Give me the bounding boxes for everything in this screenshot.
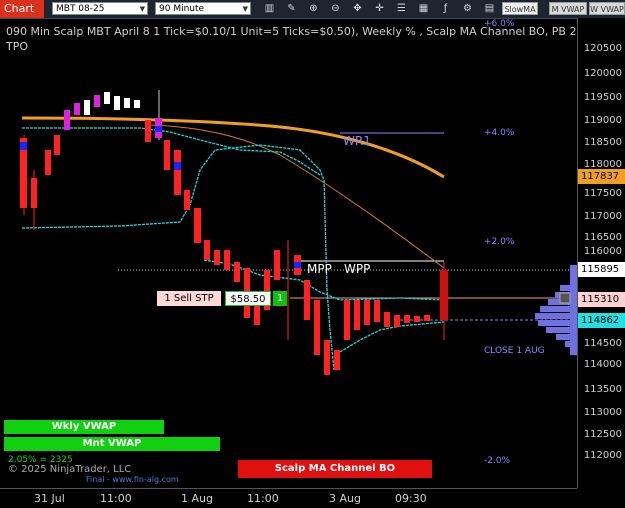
wkly-vwap-button[interactable]: Wkly VWAP [4,420,164,434]
x-tick: 11:00 [247,492,279,505]
y-tick: 112500 [583,429,622,440]
zoom-in-icon[interactable]: ⊕ [307,2,320,15]
channel-upper-line [22,127,321,176]
mnt-vwap-button[interactable]: Mnt VWAP [4,437,220,451]
interval-selector[interactable]: 90 Minute ▼ [155,2,251,15]
zoom-out-icon[interactable]: ⊖ [329,2,342,15]
y-tick: 116000 [583,246,622,257]
x-tick: 1 Aug [181,492,213,505]
m-vwap-button[interactable]: M VWAP [549,2,587,15]
price-axis[interactable]: 120500 120000 119500 119000 118500 11800… [577,18,625,488]
w-vwap-button[interactable]: W VWAP [589,2,625,15]
y-tick: 118500 [583,137,622,148]
interval-value: 90 Minute [159,4,205,14]
price-pill-last: 115895 [578,262,625,277]
slowma-button[interactable]: SlowMA [502,2,538,15]
wpp-label: WPP [344,262,371,276]
x-tick: 31 Jul [34,492,65,505]
price-pill-vwap: 114862 [578,313,625,328]
footer-text: Final - www.fin-alg.com [86,475,179,484]
x-tick: 09:30 [395,492,427,505]
x-tick: 3 Aug [329,492,361,505]
price-pill-order: 115310 [578,292,625,307]
pct-label-6: +6.0% [484,19,515,29]
chart-toolbar: Chart MBT 08-25 ▼ 90 Minute ▼ ▥ ✎ ⊕ ⊖ ✥ ✛ … [0,0,625,19]
pct-label-minus-2: -2.0% [484,456,511,466]
pct-label-2: +2.0% [484,237,515,247]
tile-icon[interactable]: ▤ [483,2,496,15]
strategies-icon[interactable]: ⚙ [461,2,474,15]
price-pill-slowma: 117837 [578,169,625,184]
bar-chart-icon[interactable]: ▥ [263,2,276,15]
y-tick: 113000 [583,407,622,418]
x-tick: 11:00 [100,492,132,505]
y-tick: 119000 [583,115,622,126]
thin-ma-line [149,124,445,269]
y-tick: 120000 [583,68,622,79]
y-tick: 116500 [583,232,622,243]
cursor-icon[interactable]: ✥ [351,2,364,15]
y-tick: 117000 [583,211,622,222]
instrument-selector[interactable]: MBT 08-25 ▼ [52,2,148,15]
indicators-icon[interactable]: ƒ [439,2,452,15]
crosshair-icon[interactable]: ✛ [373,2,386,15]
pencil-icon[interactable]: ✎ [285,2,298,15]
instrument-value: MBT 08-25 [56,4,105,14]
mpp-label: MPP [307,262,332,276]
pct-label-4: +4.0% [484,128,515,138]
y-tick: 114500 [583,338,622,349]
volume-profile [535,265,577,355]
y-tick: 119500 [583,92,622,103]
chevron-down-icon: ▼ [242,5,248,13]
chart-tab[interactable]: Chart [0,0,44,18]
channel-bo-button[interactable]: Scalp MA Channel BO [238,460,432,478]
hand-icon[interactable]: ☰ [395,2,408,15]
y-tick: 120500 [583,43,622,54]
chevron-down-icon: ▼ [139,5,145,13]
chart-subtitle: TPO [6,40,29,53]
copyright: © 2025 NinjaTrader, LLC [8,464,132,475]
order-qty[interactable]: 1 [273,291,287,306]
wr1-label: WR1 [343,134,371,148]
y-tick: 112000 [583,450,622,461]
close-order-box[interactable] [559,292,571,304]
y-tick: 114000 [583,359,622,370]
sell-stop-order[interactable]: 1 Sell STP [157,291,221,306]
time-axis[interactable]: 31 Jul 11:00 1 Aug 11:00 3 Aug 09:30 [0,488,577,508]
close-label: CLOSE 1 AUG [484,346,545,356]
order-price[interactable]: $58.50 [225,291,271,306]
y-tick: 113500 [583,384,622,395]
properties-icon[interactable]: ▦ [417,2,430,15]
y-tick: 117500 [583,188,622,199]
price-chart[interactable] [0,18,577,488]
